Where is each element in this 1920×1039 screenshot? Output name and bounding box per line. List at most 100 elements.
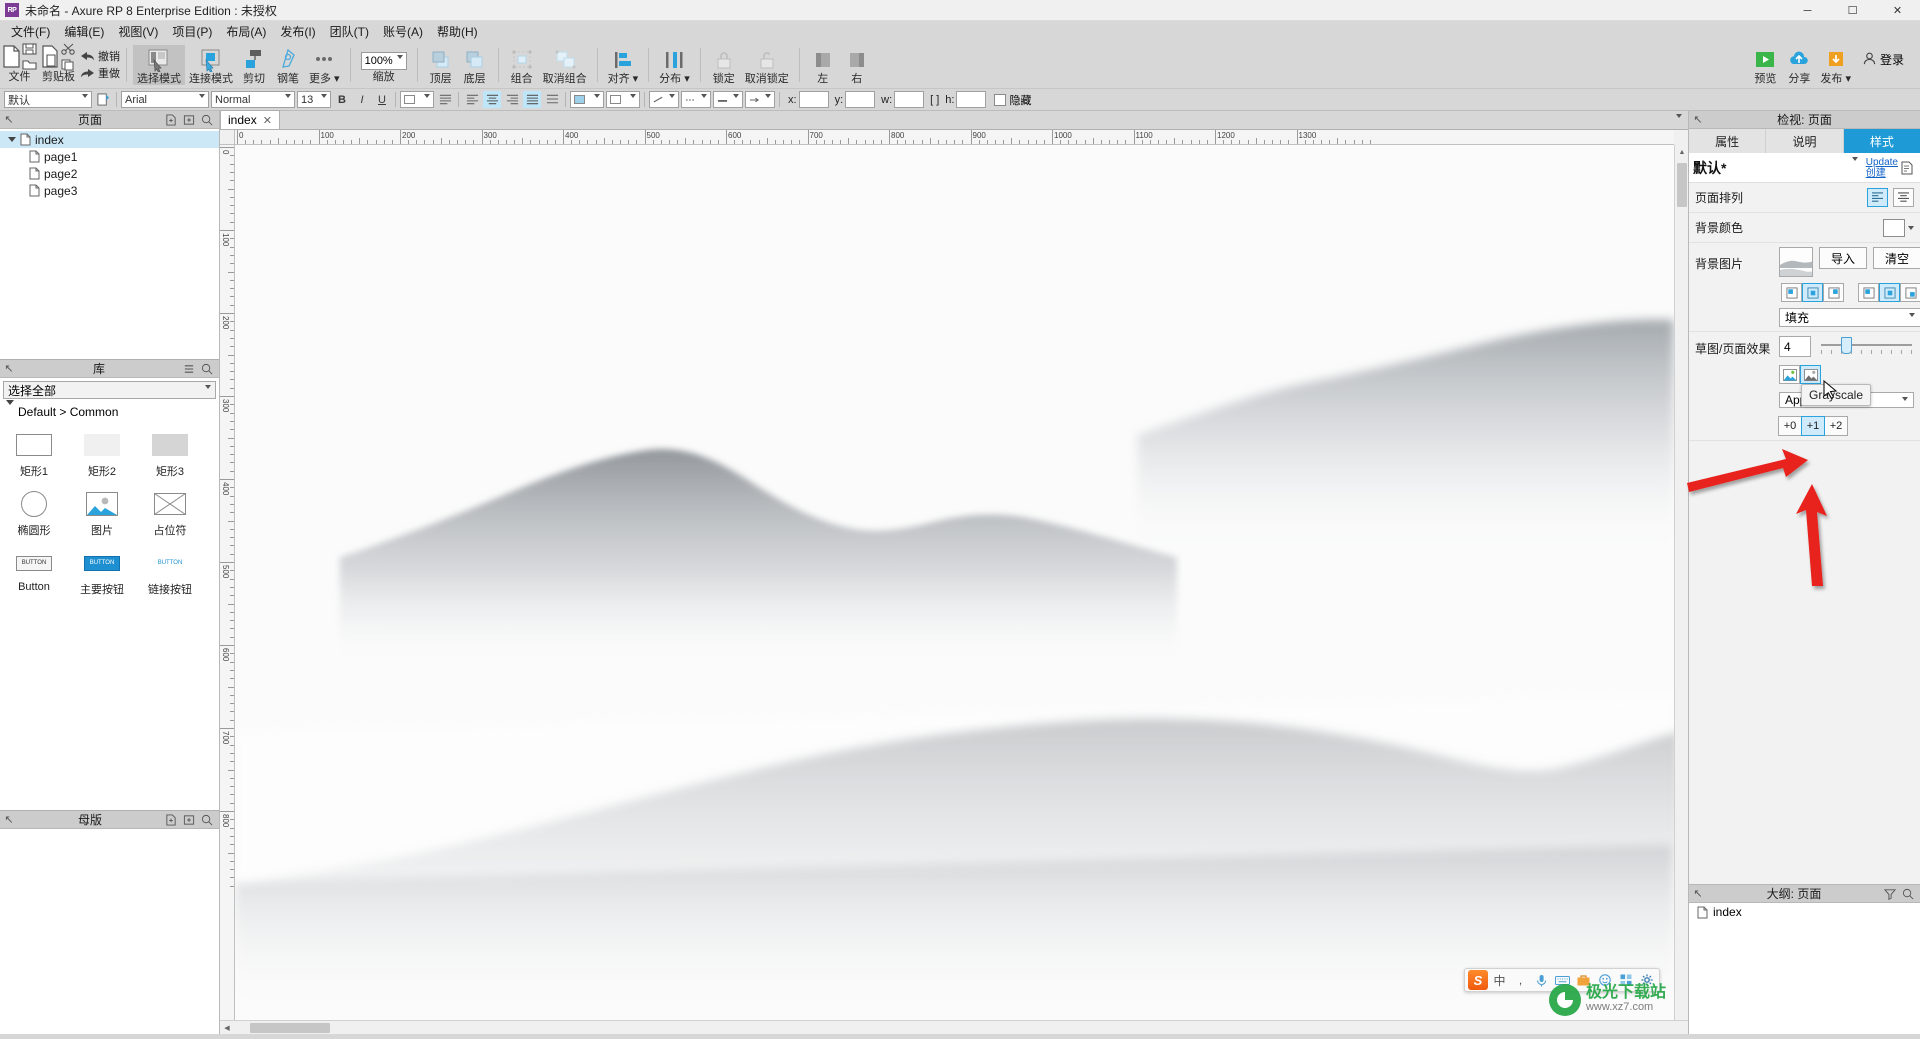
chevron-down-icon[interactable] [424,94,430,110]
h-input[interactable] [956,91,987,108]
align-left-button[interactable] [463,91,481,108]
fill-color-select[interactable] [570,91,604,110]
bold-button[interactable]: B [333,91,351,108]
scroll-up-arrow-icon[interactable]: ▲ [1675,145,1689,159]
menu-file[interactable]: 文件(F) [4,20,57,43]
italic-button[interactable]: I [353,91,371,108]
preview-button[interactable]: 预览 [1748,45,1782,85]
close-button[interactable]: ✕ [1875,0,1920,21]
redo-button[interactable]: 重做 [80,65,120,81]
ime-mode-button[interactable]: 中 [1490,970,1509,990]
create-style-link[interactable]: 创建 [1866,168,1886,179]
clipboard-buttons[interactable]: 剪贴板 [41,43,76,83]
align-center-button[interactable] [483,91,501,108]
font-family-select[interactable]: Arial [121,91,209,110]
vertical-ruler[interactable]: 0 100 200 300 400 500 600 700 800 [220,145,235,1020]
sketch-slider[interactable] [1817,336,1914,357]
align-page-center-button[interactable] [1893,188,1914,207]
design-canvas[interactable]: S 中 , 极光下载站 www.xz7.com [235,145,1674,1020]
canvas-vertical-scrollbar[interactable]: ▲ [1674,145,1688,1020]
background-color-swatch[interactable] [1883,218,1905,237]
scroll-left-arrow-icon[interactable]: ◀ [220,1021,234,1035]
bg-valign-bottom-button[interactable] [1900,283,1920,302]
background-repeat-select[interactable]: 填充 [1779,308,1920,331]
menu-view[interactable]: 视图(V) [111,20,165,43]
style-apply-icon[interactable] [94,91,112,108]
line-style-select[interactable] [649,91,679,110]
file-buttons[interactable]: 文件 [2,42,37,83]
chevron-down-icon[interactable] [1909,313,1915,331]
more-button[interactable]: 更多 ▾ [305,45,344,85]
share-button[interactable]: 分享 [1782,45,1816,85]
menu-publish[interactable]: 发布(I) [273,20,322,43]
hidden-checkbox-group[interactable]: 隐藏 [994,92,1031,108]
valign-button[interactable] [543,91,561,108]
publish-button[interactable]: 发布 ▾ [1816,45,1855,85]
menu-help[interactable]: 帮助(H) [430,20,485,43]
lock-ratio-icon[interactable]: [ ] [930,94,939,106]
unlock-button[interactable]: 取消锁定 [741,45,793,85]
paste-icon[interactable] [41,45,60,71]
tree-node-page2[interactable]: page2 [0,165,219,182]
tree-node-index[interactable]: index [0,131,219,148]
tab-style[interactable]: 样式 [1843,129,1920,153]
hamburger-menu-icon[interactable] [180,360,198,378]
library-item-button[interactable]: BUTTON Button [0,542,68,601]
vertical-scroll-thumb[interactable] [1677,163,1687,207]
group-button[interactable]: 组合 [505,45,539,85]
background-image-thumbnail[interactable] [1779,247,1813,277]
bg-align-left-button[interactable] [1781,283,1802,302]
bring-to-front-button[interactable]: 顶层 [424,45,458,85]
send-to-back-button[interactable]: 底层 [458,45,492,85]
arrow-style-select[interactable] [745,91,775,110]
color-effect-grayscale-button[interactable] [1800,365,1821,384]
line-width-select[interactable] [713,91,743,110]
w-input[interactable] [894,91,925,108]
lock-button[interactable]: 锁定 [707,45,741,85]
color-effect-color-button[interactable] [1779,365,1800,384]
line-pattern-select[interactable] [681,91,711,110]
chevron-down-icon[interactable] [1908,225,1914,230]
style-manager-icon[interactable] [1898,159,1916,177]
text-list-icon[interactable] [436,91,454,108]
align-right-button[interactable] [503,91,521,108]
library-item-rect1[interactable]: 矩形1 [0,424,68,483]
chevron-down-icon[interactable] [1902,397,1908,415]
library-group-header[interactable]: Default > Common [0,400,219,422]
tree-node-page3[interactable]: page3 [0,182,219,199]
ungroup-button[interactable]: 取消组合 [539,45,591,85]
canvas-horizontal-scrollbar[interactable]: ◀ [220,1020,1688,1034]
chevron-down-icon[interactable] [1851,156,1858,175]
menu-layout[interactable]: 布局(A) [219,20,273,43]
collapse-arrow-icon[interactable]: ↖ [0,360,18,378]
search-icon[interactable] [198,111,216,129]
font-size-select[interactable]: 13 [297,91,331,110]
offset-option-2[interactable]: +2 [1824,416,1848,436]
expand-triangle-icon[interactable] [6,137,18,142]
hidden-checkbox[interactable] [994,93,1007,106]
select-mode-button[interactable]: 选择模式 [133,45,185,85]
search-icon[interactable] [1899,885,1917,903]
ime-punctuation-icon[interactable]: , [1511,970,1530,990]
chevron-down-icon[interactable] [82,94,88,110]
clear-background-button[interactable]: 清空 [1873,247,1920,269]
offset-option-1[interactable]: +1 [1801,416,1825,436]
outline-item-index[interactable]: index [1689,903,1920,921]
y-input[interactable] [845,91,876,108]
connect-mode-button[interactable]: 连接模式 [185,45,237,85]
collapse-arrow-icon[interactable]: ↖ [1689,885,1707,903]
sketch-amount-input[interactable]: 4 [1779,336,1811,357]
menu-edit[interactable]: 编辑(E) [57,20,111,43]
zoom-input[interactable]: 100% [360,52,407,71]
library-item-placeholder[interactable]: 占位符 [136,483,204,542]
text-color-select[interactable] [400,91,434,110]
login-button[interactable]: 登录 [1855,45,1912,74]
align-button[interactable]: 对齐 ▾ [604,45,643,85]
collapse-arrow-icon[interactable]: ↖ [0,111,18,129]
chevron-down-icon[interactable] [765,94,771,110]
library-item-image[interactable]: 图片 [68,483,136,542]
maximize-button[interactable]: ☐ [1830,0,1875,21]
border-color-select[interactable] [606,91,640,110]
bg-valign-middle-button[interactable] [1879,283,1900,302]
add-page-icon[interactable] [162,111,180,129]
